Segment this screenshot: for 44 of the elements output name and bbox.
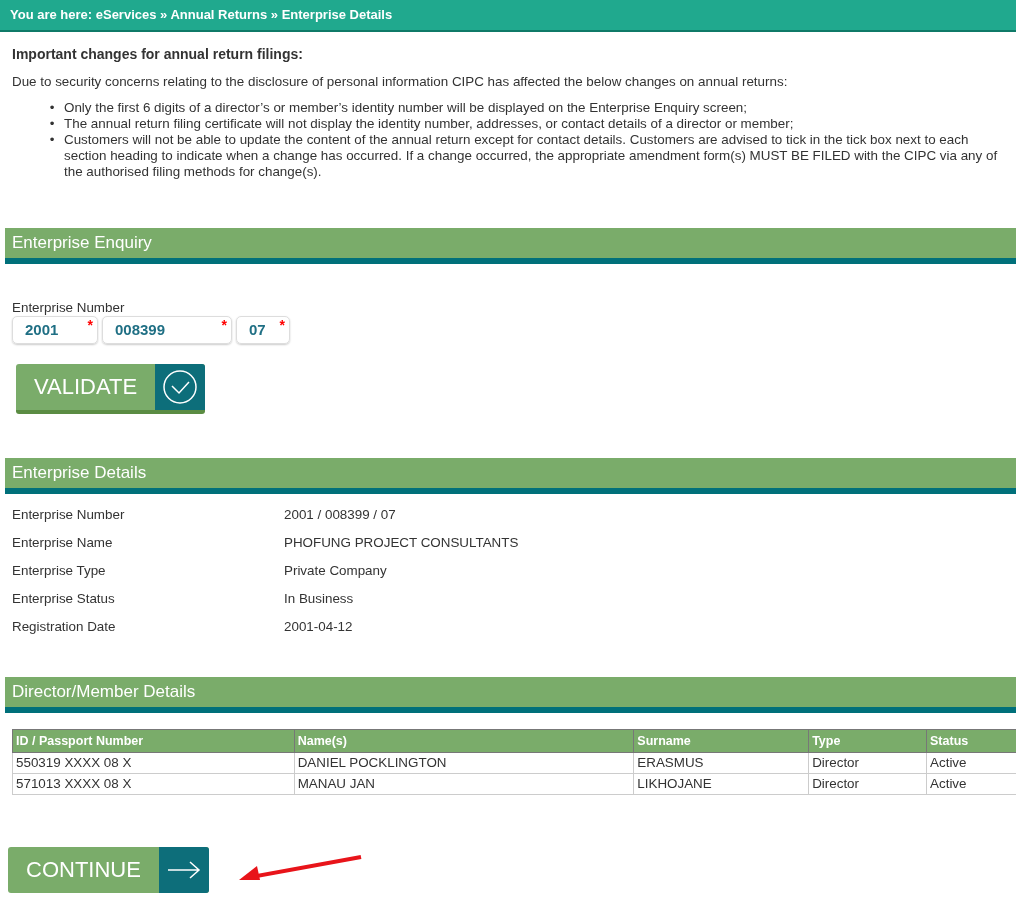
- table-cell: Director: [808, 773, 927, 795]
- notice-item: Customers will not be able to update the content of the annual return except for contact details. Customers are advised to tick in the tick box next to each section heading to indicate when a change has occurred. If a change occurred, the appropriate amendment form(s) MUST BE FILED with the CIPC via any of the authorised filing methods for change(s).: [64, 132, 999, 180]
- bullet-icon: •: [40, 100, 64, 116]
- detail-label: Enterprise Number: [12, 507, 126, 523]
- section-header: Enterprise Enquiry: [5, 228, 1016, 264]
- table-cell: Director: [808, 752, 927, 774]
- table-cell: LIKHOJANE: [633, 773, 809, 795]
- detail-label: Enterprise Name: [12, 535, 114, 551]
- detail-value: PHOFUNG PROJECT CONSULTANTS: [284, 535, 519, 551]
- column-header: Type: [808, 729, 927, 753]
- detail-value: 2001-04-12: [284, 619, 353, 635]
- breadcrumb-bar: You are here: eServices » Annual Returns » Enterprise Details: [0, 0, 1016, 32]
- table-cell: MANAU JAN: [294, 773, 634, 795]
- detail-label: Registration Date: [12, 619, 117, 635]
- detail-label: Enterprise Type: [12, 563, 107, 579]
- column-header: Surname: [633, 729, 809, 753]
- column-header: Name(s): [294, 729, 634, 753]
- notice-text: Due to security concerns relating to the disclosure of personal information CIPC has affected the below changes on annual returns:: [12, 74, 789, 90]
- detail-value: In Business: [284, 591, 354, 607]
- notice-item: Only the first 6 digits of a director’s or member’s identity number will be displayed on the Enterprise Enquiry screen;: [64, 100, 747, 116]
- column-header: Status: [926, 729, 1016, 753]
- table-cell: DANIEL POCKLINGTON: [294, 752, 634, 774]
- detail-label: Enterprise Status: [12, 591, 116, 607]
- table-cell: 550319 XXXX 08 X: [12, 752, 295, 774]
- column-header: ID / Passport Number: [12, 729, 295, 753]
- notice-item: The annual return filing certificate will not display the identity number, addresses, or contact details of a director or member;: [64, 116, 794, 132]
- section-header: Enterprise Details: [5, 458, 1016, 494]
- check-icon: [162, 369, 199, 405]
- table-cell: ERASMUS: [633, 752, 809, 774]
- arrow-right-icon: [165, 860, 202, 880]
- bullet-icon: •: [40, 116, 64, 132]
- input-field[interactable]: 07 *: [236, 316, 290, 344]
- table-cell: 571013 XXXX 08 X: [12, 773, 295, 795]
- input-field[interactable]: 008399 *: [102, 316, 232, 344]
- input-field[interactable]: 2001 *: [12, 316, 98, 344]
- required-mark: *: [221, 318, 227, 332]
- detail-value: Private Company: [284, 563, 387, 579]
- bullet-icon: •: [40, 132, 64, 180]
- detail-value: 2001 / 008399 / 07: [284, 507, 396, 523]
- notice-title: Important changes for annual return filings:: [12, 46, 304, 62]
- required-mark: *: [87, 318, 93, 332]
- required-mark: *: [279, 318, 285, 332]
- section-header: Director/Member Details: [5, 677, 1016, 713]
- field-label: Enterprise Number: [11, 300, 126, 316]
